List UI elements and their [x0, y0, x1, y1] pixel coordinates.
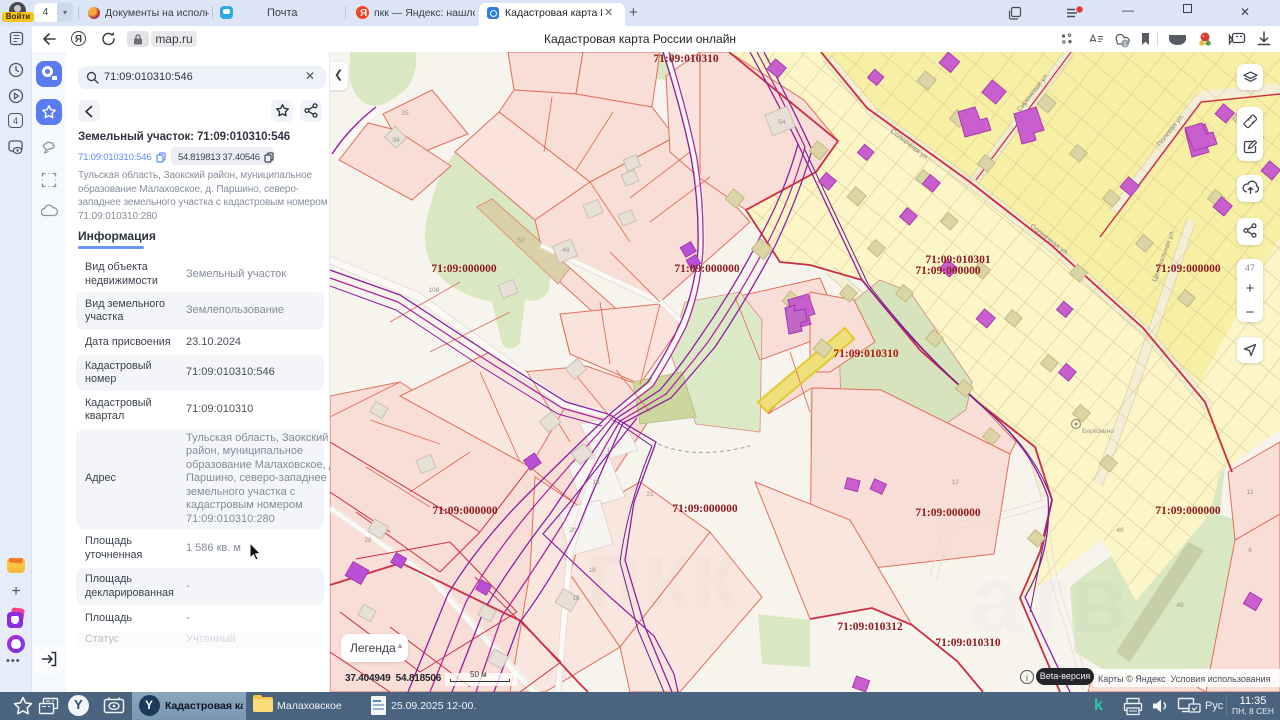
svg-text:21: 21: [646, 491, 654, 498]
svg-text:6: 6: [1248, 547, 1252, 554]
svg-text:35: 35: [401, 110, 409, 117]
svg-text:71:09:000000: 71:09:000000: [1155, 505, 1220, 517]
svg-text:71:09:000000: 71:09:000000: [1155, 263, 1220, 275]
svg-text:71:09:000000: 71:09:000000: [431, 263, 496, 275]
svg-text:71:09:000000: 71:09:000000: [672, 503, 737, 515]
svg-text:17: 17: [606, 447, 614, 454]
svg-text:54: 54: [778, 119, 786, 126]
svg-text:12: 12: [1246, 489, 1254, 496]
svg-text:71:09:000000: 71:09:000000: [915, 507, 980, 519]
svg-text:71:09:010310: 71:09:010310: [833, 348, 898, 360]
svg-text:49: 49: [1176, 602, 1184, 609]
svg-text:71:09:010312: 71:09:010312: [837, 621, 902, 633]
svg-text:71:09:000000: 71:09:000000: [674, 263, 739, 275]
svg-text:28: 28: [364, 537, 372, 544]
svg-text:пкк: пкк: [585, 522, 738, 628]
svg-text:16: 16: [592, 479, 600, 486]
svg-text:Берёзкино: Берёзкино: [1082, 428, 1114, 435]
svg-text:71:09:000000: 71:09:000000: [432, 505, 497, 517]
svg-text:48: 48: [1116, 527, 1124, 534]
svg-text:34: 34: [392, 137, 400, 144]
svg-text:71:09:010310: 71:09:010310: [935, 637, 1000, 649]
svg-text:71:09:010310: 71:09:010310: [653, 53, 718, 65]
svg-text:18: 18: [572, 595, 580, 602]
svg-text:49: 49: [562, 247, 570, 254]
svg-text:52: 52: [517, 237, 525, 244]
svg-text:12: 12: [951, 479, 959, 486]
svg-text:20: 20: [569, 527, 577, 534]
svg-text:71:09:000000: 71:09:000000: [915, 265, 980, 277]
svg-text:108: 108: [429, 287, 440, 294]
